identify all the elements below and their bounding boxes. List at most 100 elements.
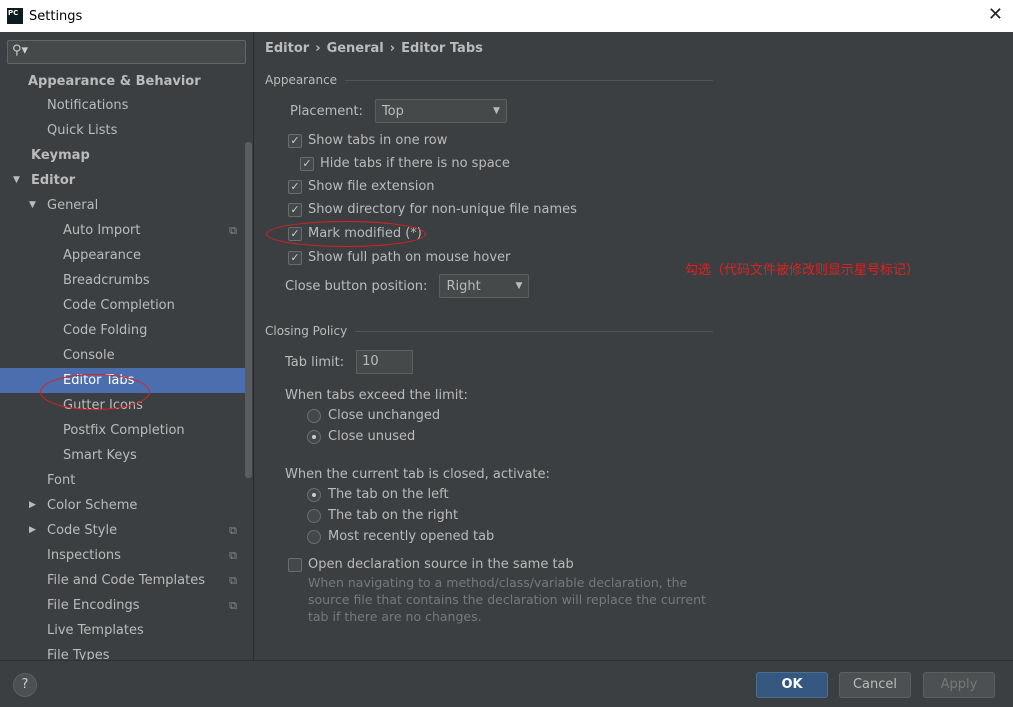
checkbox[interactable]: [288, 557, 302, 572]
sidebar-item[interactable]: File Encodings ⧉: [0, 593, 245, 618]
breadcrumb: Editor › General › Editor Tabs: [265, 41, 489, 56]
sidebar-item[interactable]: Console: [0, 343, 245, 368]
expanded-arrow-icon[interactable]: ▼: [13, 168, 20, 193]
open-declaration-hint: When navigating to a method/class/variab…: [308, 575, 706, 624]
checkbox-option[interactable]: ✓ Hide tabs if there is no space: [300, 156, 510, 171]
sidebar-item-label: Code Style: [47, 523, 118, 538]
sidebar-item-label: Inspections: [47, 548, 121, 563]
sidebar-item[interactable]: Code Completion: [0, 293, 245, 318]
pycharm-logo: PC: [7, 8, 23, 24]
radio-option[interactable]: Close unchanged: [307, 408, 440, 423]
close-button-position-label: Close button position:: [285, 278, 428, 294]
sidebar-item-label: File and Code Templates: [47, 573, 205, 588]
sidebar-item-label: Color Scheme: [47, 498, 138, 513]
radio-button[interactable]: [307, 508, 321, 523]
placement-label: Placement:: [290, 103, 363, 119]
checkbox[interactable]: ✓: [288, 133, 302, 148]
expanded-arrow-icon[interactable]: ▼: [29, 193, 36, 218]
close-button-position-dropdown[interactable]: Right ▼: [439, 274, 530, 298]
open-declaration-checkbox-row[interactable]: Open declaration source in the same tab: [288, 557, 574, 572]
exceed-label: When tabs exceed the limit:: [285, 388, 468, 403]
sidebar-item-label: Postfix Completion: [63, 423, 185, 438]
ok-button[interactable]: OK: [756, 672, 828, 698]
breadcrumb-general: General: [326, 41, 384, 56]
breadcrumb-sep: ›: [389, 41, 396, 56]
sidebar-item[interactable]: Font: [0, 468, 245, 493]
checkbox[interactable]: ✓: [288, 202, 302, 217]
radio-button[interactable]: [307, 408, 321, 423]
copy-settings-icon: ⧉: [229, 549, 237, 562]
editor-tabs-panel: Editor › General › Editor Tabs Appearance Pl…: [255, 32, 1013, 660]
option-label: Hide tabs if there is no space: [320, 156, 510, 171]
placement-value: Top: [381, 103, 404, 119]
annotation-circle: [40, 374, 150, 410]
section-label: Appearance: [265, 73, 338, 87]
help-button[interactable]: ?: [13, 673, 37, 697]
sidebar-item[interactable]: Auto Import ⧉: [0, 218, 245, 243]
sidebar-item[interactable]: Code Folding: [0, 318, 245, 343]
close-icon[interactable]: ✕: [988, 4, 1003, 25]
sidebar-item[interactable]: ▶ Color Scheme: [0, 493, 245, 518]
sidebar-item-label: Code Completion: [63, 298, 175, 313]
sidebar-item-label: Auto Import: [63, 223, 141, 238]
sidebar-item[interactable]: Quick Lists: [0, 118, 245, 143]
sidebar-item[interactable]: File Types: [0, 643, 245, 660]
sidebar-item[interactable]: Live Templates: [0, 618, 245, 643]
sidebar-item[interactable]: ▶ Code Style ⧉: [0, 518, 245, 543]
sidebar-item[interactable]: ▼ Editor: [0, 168, 245, 193]
radio-option[interactable]: The tab on the right: [307, 508, 458, 523]
sidebar-item-label: Console: [63, 348, 115, 363]
sidebar-item[interactable]: Breadcrumbs: [0, 268, 245, 293]
checkbox[interactable]: ✓: [300, 156, 314, 171]
tab-limit-row: Tab limit: 10: [285, 350, 414, 374]
option-label: Show full path on mouse hover: [308, 250, 511, 265]
sidebar-item[interactable]: Smart Keys: [0, 443, 245, 468]
radio-option[interactable]: Close unused: [307, 429, 415, 444]
checkbox-option[interactable]: ✓ Show full path on mouse hover: [288, 250, 510, 265]
settings-sidebar: ⚲▾ Appearance & Behavior Notifications Qui…: [0, 32, 254, 660]
appearance-section-title: Appearance: [265, 73, 713, 87]
placement-dropdown[interactable]: Top ▼: [374, 99, 507, 123]
sidebar-item[interactable]: Postfix Completion: [0, 418, 245, 443]
sidebar-item-label: Smart Keys: [63, 448, 137, 463]
placement-row: Placement: Top ▼: [290, 99, 507, 123]
checkbox-option[interactable]: ✓ Show file extension: [288, 179, 435, 194]
sidebar-item[interactable]: ▼ General: [0, 193, 245, 218]
annotation-circle: [266, 221, 426, 247]
radio-option[interactable]: The tab on the left: [307, 487, 449, 502]
sidebar-item[interactable]: Inspections ⧉: [0, 543, 245, 568]
open-declaration-label: Open declaration source in the same tab: [308, 557, 574, 572]
tab-limit-input[interactable]: 10: [356, 350, 414, 374]
radio-option[interactable]: Most recently opened tab: [307, 529, 494, 544]
sidebar-item[interactable]: Appearance & Behavior: [0, 69, 245, 93]
copy-settings-icon: ⧉: [229, 574, 237, 587]
dialog-footer: ? OK Cancel Apply: [0, 660, 1013, 707]
sidebar-item[interactable]: Appearance: [0, 243, 245, 268]
checkbox-option[interactable]: ✓ Show tabs in one row: [288, 133, 447, 148]
search-icon: ⚲▾: [12, 43, 29, 58]
cancel-button[interactable]: Cancel: [839, 672, 911, 698]
sidebar-item[interactable]: File and Code Templates ⧉: [0, 568, 245, 593]
sidebar-item-label: File Encodings: [47, 598, 140, 613]
sidebar-item[interactable]: Notifications: [0, 93, 245, 118]
checkbox-option[interactable]: ✓ Show directory for non-unique file name…: [288, 202, 577, 217]
collapsed-arrow-icon[interactable]: ▶: [29, 518, 36, 543]
sidebar-item-label: Appearance & Behavior: [28, 74, 201, 89]
checkbox[interactable]: ✓: [288, 250, 302, 265]
collapsed-arrow-icon[interactable]: ▶: [29, 493, 36, 518]
radio-button[interactable]: [307, 529, 321, 544]
checkbox[interactable]: ✓: [288, 179, 302, 194]
title-bar: PC Settings ✕: [0, 0, 1013, 32]
sidebar-item-label: Live Templates: [47, 623, 144, 638]
annotation-text: 勾选（代码文件被修改则显示星号标记）: [685, 263, 920, 278]
sidebar-scrollbar[interactable]: [245, 142, 252, 478]
radio-button[interactable]: [307, 487, 321, 502]
radio-button[interactable]: [307, 429, 321, 444]
apply-button[interactable]: Apply: [923, 672, 995, 698]
option-label: Close unused: [328, 429, 416, 444]
option-label: The tab on the left: [328, 487, 449, 502]
option-label: Show file extension: [308, 179, 435, 194]
search-input[interactable]: ⚲▾: [7, 40, 246, 64]
sidebar-item-label: General: [47, 198, 99, 213]
sidebar-item[interactable]: Keymap: [0, 143, 245, 168]
